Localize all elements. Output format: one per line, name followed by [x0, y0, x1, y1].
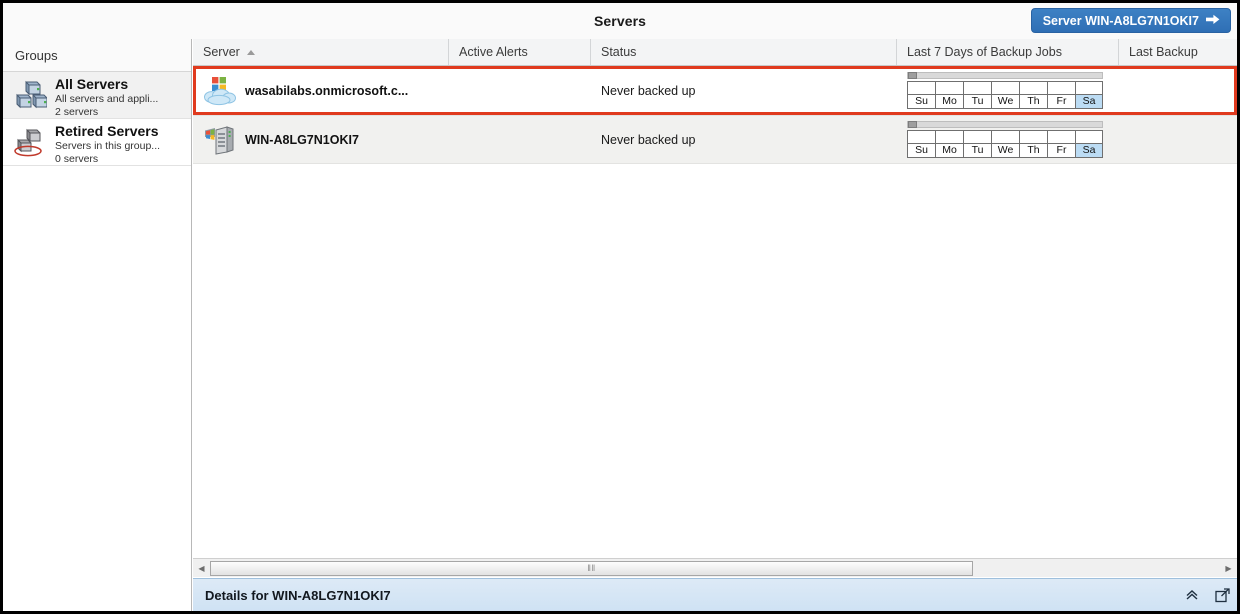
groups-sidebar-header: Groups: [3, 39, 191, 72]
horizontal-scrollbar[interactable]: ◀ ‖‖ ▶: [193, 558, 1237, 577]
column-header-server[interactable]: Server: [193, 39, 449, 65]
column-header-last-7-days-label: Last 7 Days of Backup Jobs: [907, 45, 1062, 59]
day-cell-tu[interactable]: Tu: [963, 81, 991, 109]
day-cell-th[interactable]: Th: [1019, 130, 1047, 158]
sidebar-item-all-servers-title: All Servers: [55, 76, 129, 92]
chevron-up-icon[interactable]: [1177, 580, 1207, 610]
sort-ascending-icon: [246, 49, 255, 55]
day-label-tu: Tu: [964, 94, 991, 108]
day-cell-we[interactable]: We: [991, 81, 1019, 109]
column-header-server-label: Server: [203, 45, 240, 59]
backup-jobs-week-widget: Su Mo Tu We Th Fr Sa: [907, 72, 1109, 109]
row-active-alerts-cell: [449, 116, 591, 163]
row-server-cell: WIN-A8LG7N1OKI7: [193, 116, 449, 163]
table-row[interactable]: wasabilabs.onmicrosoft.c... Never backed…: [193, 66, 1237, 115]
column-header-active-alerts[interactable]: Active Alerts: [449, 39, 591, 65]
servers-window: Servers Server WIN-A8LG7N1OKI7 Groups Al…: [0, 0, 1240, 614]
servers-grid: Server Active Alerts Status Last 7 Days …: [193, 39, 1237, 611]
current-server-button[interactable]: Server WIN-A8LG7N1OKI7: [1030, 8, 1231, 33]
column-header-last-backup-label: Last Backup: [1129, 45, 1198, 59]
servers-group-icon: [13, 80, 48, 112]
week-range-slider-thumb[interactable]: [908, 121, 917, 128]
servers-grid-body: wasabilabs.onmicrosoft.c... Never backed…: [193, 66, 1237, 558]
day-cell-su[interactable]: Su: [907, 130, 935, 158]
sidebar-item-retired-servers-title: Retired Servers: [55, 123, 159, 139]
sidebar-item-all-servers-desc: All servers and appli...: [55, 93, 159, 105]
groups-sidebar: Groups All Servers All servers and appli…: [3, 39, 192, 611]
week-day-strip: Su Mo Tu We Th Fr Sa: [907, 130, 1109, 158]
column-header-status-label: Status: [601, 45, 637, 59]
row-status-cell: Never backed up: [601, 83, 696, 98]
row-status-cell: Never backed up: [601, 132, 696, 147]
arrow-right-icon: [1206, 14, 1220, 27]
details-bar: Details for WIN-A8LG7N1OKI7: [193, 578, 1237, 611]
day-label-mo: Mo: [936, 94, 963, 108]
sidebar-item-all-servers[interactable]: All Servers All servers and appli... 2 s…: [3, 72, 191, 119]
day-cell-fr[interactable]: Fr: [1047, 81, 1075, 109]
row-last-backup-cell: [1119, 116, 1237, 163]
row-server-name: WIN-A8LG7N1OKI7: [245, 132, 359, 147]
column-header-last-7-days[interactable]: Last 7 Days of Backup Jobs: [897, 39, 1119, 65]
day-label-th: Th: [1020, 94, 1047, 108]
scroll-right-arrow-icon[interactable]: ▶: [1220, 560, 1237, 577]
horizontal-scrollbar-track[interactable]: ‖‖: [210, 560, 1220, 577]
column-header-status[interactable]: Status: [591, 39, 897, 65]
day-cell-tu[interactable]: Tu: [963, 130, 991, 158]
day-label-mo: Mo: [936, 143, 963, 157]
day-cell-fr[interactable]: Fr: [1047, 130, 1075, 158]
groups-sidebar-title: Groups: [15, 47, 58, 63]
week-range-slider[interactable]: [907, 121, 1103, 128]
popout-icon[interactable]: [1207, 580, 1237, 610]
retired-servers-icon: [13, 127, 47, 159]
backup-jobs-week-widget: Su Mo Tu We Th Fr Sa: [907, 121, 1109, 158]
day-cell-th[interactable]: Th: [1019, 81, 1047, 109]
row-last-7-days-cell: Su Mo Tu We Th Fr Sa: [897, 66, 1119, 115]
row-active-alerts-cell: [449, 66, 591, 115]
details-bar-title: Details for WIN-A8LG7N1OKI7: [205, 587, 391, 603]
day-label-th: Th: [1020, 143, 1047, 157]
sidebar-item-retired-servers[interactable]: Retired Servers Servers in this group...…: [3, 119, 191, 166]
day-label-sa: Sa: [1076, 143, 1102, 157]
microsoft365-cloud-icon: [203, 76, 237, 106]
day-label-sa: Sa: [1076, 94, 1102, 108]
row-server-cell: wasabilabs.onmicrosoft.c...: [193, 66, 449, 115]
current-server-button-label: Server WIN-A8LG7N1OKI7: [1042, 13, 1199, 28]
sidebar-item-all-servers-count: 2 servers: [55, 106, 99, 118]
day-cell-sa[interactable]: Sa: [1075, 130, 1103, 158]
sidebar-item-retired-servers-count: 0 servers: [55, 153, 99, 165]
row-last-7-days-cell: Su Mo Tu We Th Fr Sa: [897, 116, 1119, 163]
week-day-strip: Su Mo Tu We Th Fr Sa: [907, 81, 1109, 109]
sidebar-item-retired-servers-desc: Servers in this group...: [55, 140, 161, 152]
page-title: Servers: [593, 13, 647, 29]
day-cell-sa[interactable]: Sa: [1075, 81, 1103, 109]
column-header-active-alerts-label: Active Alerts: [459, 45, 528, 59]
day-cell-mo[interactable]: Mo: [935, 130, 963, 158]
day-cell-we[interactable]: We: [991, 130, 1019, 158]
day-label-su: Su: [908, 94, 935, 108]
windows-server-icon: [203, 125, 237, 155]
day-label-we: We: [992, 94, 1019, 108]
day-cell-su[interactable]: Su: [907, 81, 935, 109]
table-row[interactable]: WIN-A8LG7N1OKI7 Never backed up Su Mo Tu…: [193, 115, 1237, 164]
scrollbar-grip-icon: ‖‖: [587, 563, 596, 573]
servers-grid-header: Server Active Alerts Status Last 7 Days …: [193, 39, 1237, 66]
day-cell-mo[interactable]: Mo: [935, 81, 963, 109]
week-range-slider-thumb[interactable]: [908, 72, 917, 79]
day-label-fr: Fr: [1048, 143, 1075, 157]
day-label-fr: Fr: [1048, 94, 1075, 108]
row-server-name: wasabilabs.onmicrosoft.c...: [245, 83, 409, 98]
day-label-we: We: [992, 143, 1019, 157]
day-label-tu: Tu: [964, 143, 991, 157]
row-last-backup-cell: [1119, 66, 1237, 115]
day-label-su: Su: [908, 143, 935, 157]
column-header-last-backup[interactable]: Last Backup: [1119, 39, 1237, 65]
horizontal-scrollbar-thumb[interactable]: ‖‖: [210, 560, 973, 576]
scroll-left-arrow-icon[interactable]: ◀: [193, 560, 210, 577]
week-range-slider[interactable]: [907, 72, 1103, 79]
